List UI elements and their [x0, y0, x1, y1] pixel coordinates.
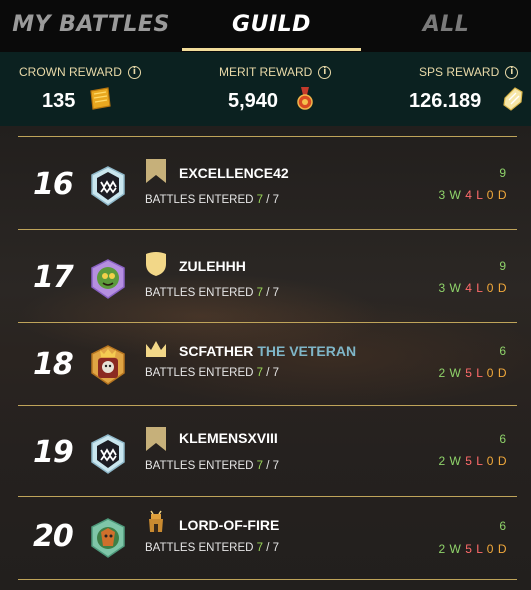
guild-emblem-avatar [91, 345, 125, 385]
leaderboard-row[interactable]: 17 ZULEHHH BATTLES ENTERED 7 / 7 9 3 W 4… [0, 230, 531, 322]
player-name[interactable]: LORD-OF-FIRE [179, 517, 279, 533]
active-tab-indicator [182, 48, 361, 51]
merit-reward-label: MERIT REWARD [219, 65, 313, 79]
crown-reward-value: 135 [42, 90, 76, 112]
sps-reward-label: SPS REWARD [419, 65, 500, 79]
battles-entered-label: BATTLES ENTERED [145, 460, 254, 472]
leaderboard-row[interactable]: 16 EXCELLENCE42 BATTLES ENTERED 7 / 7 9 … [0, 137, 531, 229]
crown-reward: CROWN REWARD i 135 [0, 52, 177, 126]
player-name[interactable]: ZULEHHH [179, 258, 246, 274]
score-value: 6 [499, 519, 506, 533]
rank-number: 20 [33, 519, 74, 554]
score-value: 6 [499, 344, 506, 358]
score-value: 6 [499, 432, 506, 446]
info-icon[interactable]: i [505, 65, 519, 79]
sps-reward-value: 126.189 [409, 90, 482, 112]
battles-total-count: 7 [272, 194, 280, 206]
battles-total-count: 7 [272, 460, 280, 472]
win-loss-draw: 2 W 5 L 0 D [438, 366, 507, 380]
guild-emblem-avatar [91, 259, 125, 299]
leaderboard-row[interactable]: 19 KLEMENSXVIII BATTLES ENTERED 7 / 7 6 … [0, 406, 531, 496]
sps-reward: SPS REWARD i 126.189 [354, 52, 531, 126]
battles-entered-count: 7 [256, 542, 264, 554]
losses-count: 4 [465, 188, 473, 202]
row-divider [18, 579, 517, 580]
battles-entered-count: 7 [256, 460, 264, 472]
win-loss-draw: 3 W 4 L 0 D [438, 188, 507, 202]
banner-badge-icon [146, 427, 166, 451]
battles-entered-label: BATTLES ENTERED [145, 542, 254, 554]
player-name[interactable]: SCFATHER [179, 343, 253, 359]
draws-count: 0 [486, 188, 494, 202]
rank-number: 19 [33, 435, 74, 470]
losses-count: 4 [465, 281, 473, 295]
wins-count: 3 [438, 281, 446, 295]
win-loss-draw: 2 W 5 L 0 D [438, 454, 507, 468]
draws-count: 0 [486, 281, 494, 295]
losses-count: 5 [465, 454, 473, 468]
losses-count: 5 [465, 366, 473, 380]
battles-entered-count: 7 [256, 194, 264, 206]
score-value: 9 [499, 166, 506, 180]
merit-medal-icon [297, 87, 313, 110]
wins-count: 2 [438, 542, 446, 556]
battles-entered-count: 7 [256, 287, 264, 299]
wins-count: 3 [438, 188, 446, 202]
tab-bar: MY BATTLES GUILD ALL [0, 0, 531, 52]
battles-entered-label: BATTLES ENTERED [145, 287, 254, 299]
player-title: THE VETERAN [257, 343, 357, 359]
win-loss-draw: 3 W 4 L 0 D [438, 281, 507, 295]
rank-number: 17 [33, 260, 74, 295]
guild-emblem-avatar [91, 434, 125, 474]
info-icon[interactable]: i [318, 65, 332, 79]
losses-count: 5 [465, 542, 473, 556]
player-name[interactable]: EXCELLENCE42 [179, 165, 289, 181]
crown-reward-label: CROWN REWARD [19, 65, 122, 79]
guild-member-list: 16 EXCELLENCE42 BATTLES ENTERED 7 / 7 9 … [0, 126, 531, 590]
battles-entered-label: BATTLES ENTERED [145, 367, 254, 379]
battles-total-count: 7 [272, 367, 280, 379]
leaderboard-row[interactable]: 20 LORD-OF-FIRE BATTLES ENTERED 7 / 7 6 … [0, 497, 531, 579]
battles-entered-count: 7 [256, 367, 264, 379]
wins-count: 2 [438, 366, 446, 380]
sps-crystal-icon [503, 87, 523, 111]
crown-token-icon [90, 87, 111, 110]
merit-reward-value: 5,940 [228, 90, 279, 112]
tab-all[interactable]: ALL [361, 0, 531, 52]
reward-summary: CROWN REWARD i 135 MERIT REWARD i 5,940 [0, 52, 531, 126]
draws-count: 0 [486, 542, 494, 556]
guild-brawl-leaderboard: MY BATTLES GUILD ALL CROWN REWARD i 135 … [0, 0, 531, 590]
battles-total-count: 7 [272, 542, 280, 554]
info-icon[interactable]: i [127, 65, 141, 79]
battles-total-count: 7 [272, 287, 280, 299]
shield-badge-icon [146, 252, 166, 276]
tab-guild[interactable]: GUILD [182, 0, 361, 52]
score-value: 9 [499, 259, 506, 273]
leaderboard-row[interactable]: 18 SCFATHER THE VETERAN BATTLES ENTERED … [0, 323, 531, 405]
guild-emblem-avatar [91, 166, 125, 206]
merit-reward: MERIT REWARD i 5,940 [177, 52, 354, 126]
rank-number: 16 [33, 167, 74, 202]
tab-my-battles[interactable]: MY BATTLES [0, 0, 182, 52]
draws-count: 0 [486, 454, 494, 468]
wins-count: 2 [438, 454, 446, 468]
battles-entered-label: BATTLES ENTERED [145, 194, 254, 206]
rank-number: 18 [33, 347, 74, 382]
crown-badge-icon [146, 341, 166, 357]
draws-count: 0 [486, 366, 494, 380]
banner-badge-icon [146, 159, 166, 183]
win-loss-draw: 2 W 5 L 0 D [438, 542, 507, 556]
player-name[interactable]: KLEMENSXVIII [179, 430, 278, 446]
guild-emblem-avatar [91, 518, 125, 558]
tower-badge-icon [149, 510, 163, 532]
